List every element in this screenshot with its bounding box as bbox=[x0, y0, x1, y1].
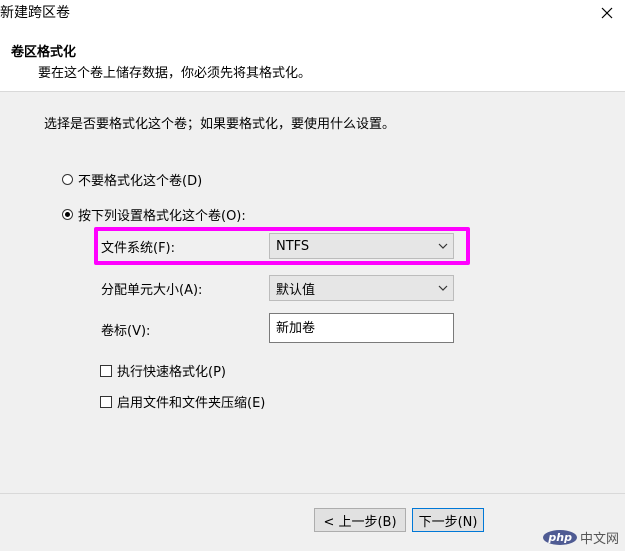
php-logo: php bbox=[543, 530, 577, 545]
radio-button-checked[interactable] bbox=[62, 209, 73, 220]
page-title: 卷区格式化 bbox=[11, 45, 77, 60]
back-button[interactable]: < 上一步(B) bbox=[314, 508, 406, 532]
radio-label: 不要格式化这个卷(D) bbox=[78, 174, 203, 189]
file-system-label: 文件系统(F): bbox=[101, 241, 176, 256]
title-bar: 新建跨区卷 bbox=[0, 0, 625, 28]
file-system-select[interactable]: NTFS bbox=[269, 233, 454, 259]
wizard-header: 卷区格式化 要在这个卷上储存数据，你必须先将其格式化。 bbox=[0, 28, 625, 92]
radio-label: 按下列设置格式化这个卷(O): bbox=[78, 209, 246, 224]
radio-do-not-format[interactable]: 不要格式化这个卷(D) bbox=[62, 170, 202, 189]
wizard-window: 新建跨区卷 卷区格式化 要在这个卷上储存数据，你必须先将其格式化。 选择是否要格… bbox=[0, 0, 625, 551]
radio-format-with-settings[interactable]: 按下列设置格式化这个卷(O): bbox=[62, 205, 246, 224]
allocation-unit-label: 分配单元大小(A): bbox=[101, 283, 203, 298]
format-prompt: 选择是否要格式化这个卷；如果要格式化，要使用什么设置。 bbox=[44, 117, 396, 132]
window-title: 新建跨区卷 bbox=[0, 5, 70, 21]
volume-label-label: 卷标(V): bbox=[101, 324, 151, 339]
footer-divider bbox=[0, 493, 625, 494]
file-system-value: NTFS bbox=[276, 238, 310, 254]
wizard-body: 选择是否要格式化这个卷；如果要格式化，要使用什么设置。 不要格式化这个卷(D) … bbox=[0, 92, 625, 551]
volume-label-input[interactable]: 新加卷 bbox=[269, 313, 454, 343]
checkbox-label: 执行快速格式化(P) bbox=[117, 365, 226, 380]
page-subtitle: 要在这个卷上储存数据，你必须先将其格式化。 bbox=[38, 66, 312, 81]
site-watermark: php 中文网 bbox=[543, 528, 619, 547]
checkbox-label: 启用文件和文件夹压缩(E) bbox=[117, 396, 266, 411]
allocation-unit-value: 默认值 bbox=[276, 282, 316, 298]
next-button[interactable]: 下一步(N) bbox=[412, 508, 484, 532]
chevron-down-icon bbox=[433, 276, 453, 300]
checkbox-enable-compression[interactable]: 启用文件和文件夹压缩(E) bbox=[100, 392, 265, 411]
close-icon bbox=[601, 7, 613, 19]
checkbox-box[interactable] bbox=[100, 395, 112, 408]
radio-button-unchecked[interactable] bbox=[62, 174, 73, 185]
checkbox-quick-format[interactable]: 执行快速格式化(P) bbox=[100, 361, 226, 380]
watermark-site: 中文网 bbox=[579, 532, 619, 547]
close-button[interactable] bbox=[593, 0, 621, 26]
chevron-down-icon bbox=[433, 234, 453, 258]
allocation-unit-select[interactable]: 默认值 bbox=[269, 275, 454, 301]
checkbox-box[interactable] bbox=[100, 364, 112, 377]
